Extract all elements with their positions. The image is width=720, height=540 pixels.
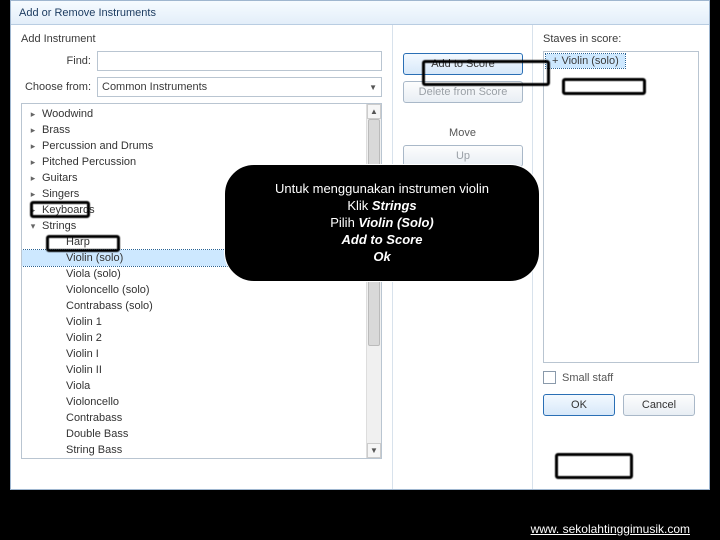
tree-item[interactable]: Bass [Double] — [22, 458, 381, 459]
chevron-down-icon: ▼ — [369, 83, 377, 92]
delete-from-score-button[interactable]: Delete from Score — [403, 81, 523, 103]
small-staff-checkbox[interactable] — [543, 371, 556, 384]
right-panel: Staves in score: + Violin (solo) Small s… — [533, 25, 709, 489]
add-to-score-button[interactable]: Add to Score — [403, 53, 523, 75]
footer-url: www. sekolahtinggimusik.com — [531, 522, 690, 536]
tree-item[interactable]: Violoncello — [22, 394, 381, 410]
find-input[interactable] — [97, 51, 382, 71]
tree-item[interactable]: Violoncello (solo) — [22, 282, 381, 298]
cancel-button[interactable]: Cancel — [623, 394, 695, 416]
find-label: Find: — [21, 55, 91, 67]
tree-item[interactable]: Violin I — [22, 346, 381, 362]
staves-list[interactable]: + Violin (solo) — [543, 51, 699, 363]
instruction-bubble: Untuk menggunakan instrumen violin Klik … — [224, 164, 540, 282]
scroll-down-button[interactable]: ▼ — [367, 443, 381, 458]
tree-item[interactable]: Violin 2 — [22, 330, 381, 346]
choose-from-label: Choose from: — [21, 81, 91, 93]
tree-item[interactable]: String Bass — [22, 442, 381, 458]
tree-category[interactable]: ▸Woodwind — [22, 106, 381, 122]
add-instrument-label: Add Instrument — [21, 33, 382, 45]
tree-category[interactable]: ▸Percussion and Drums — [22, 138, 381, 154]
window-title: Add or Remove Instruments — [19, 7, 156, 19]
choose-from-value: Common Instruments — [102, 81, 207, 93]
stave-item-violin[interactable]: + Violin (solo) — [546, 54, 625, 68]
tree-item[interactable]: Contrabass (solo) — [22, 298, 381, 314]
titlebar: Add or Remove Instruments — [11, 1, 709, 25]
tree-item[interactable]: Contrabass — [22, 410, 381, 426]
staves-in-score-label: Staves in score: — [543, 33, 699, 45]
footer: www. sekolahtinggimusik.com — [0, 522, 720, 536]
tree-item[interactable]: Double Bass — [22, 426, 381, 442]
tree-category[interactable]: ▸Brass — [22, 122, 381, 138]
small-staff-label: Small staff — [562, 372, 613, 384]
bubble-line1: Untuk menggunakan instrumen violin — [245, 181, 519, 198]
move-label: Move — [403, 127, 522, 139]
tree-item[interactable]: Violin 1 — [22, 314, 381, 330]
scroll-up-button[interactable]: ▲ — [367, 104, 381, 119]
ok-button[interactable]: OK — [543, 394, 615, 416]
tree-item[interactable]: Viola — [22, 378, 381, 394]
tree-item[interactable]: Violin II — [22, 362, 381, 378]
choose-from-select[interactable]: Common Instruments ▼ — [97, 77, 382, 97]
